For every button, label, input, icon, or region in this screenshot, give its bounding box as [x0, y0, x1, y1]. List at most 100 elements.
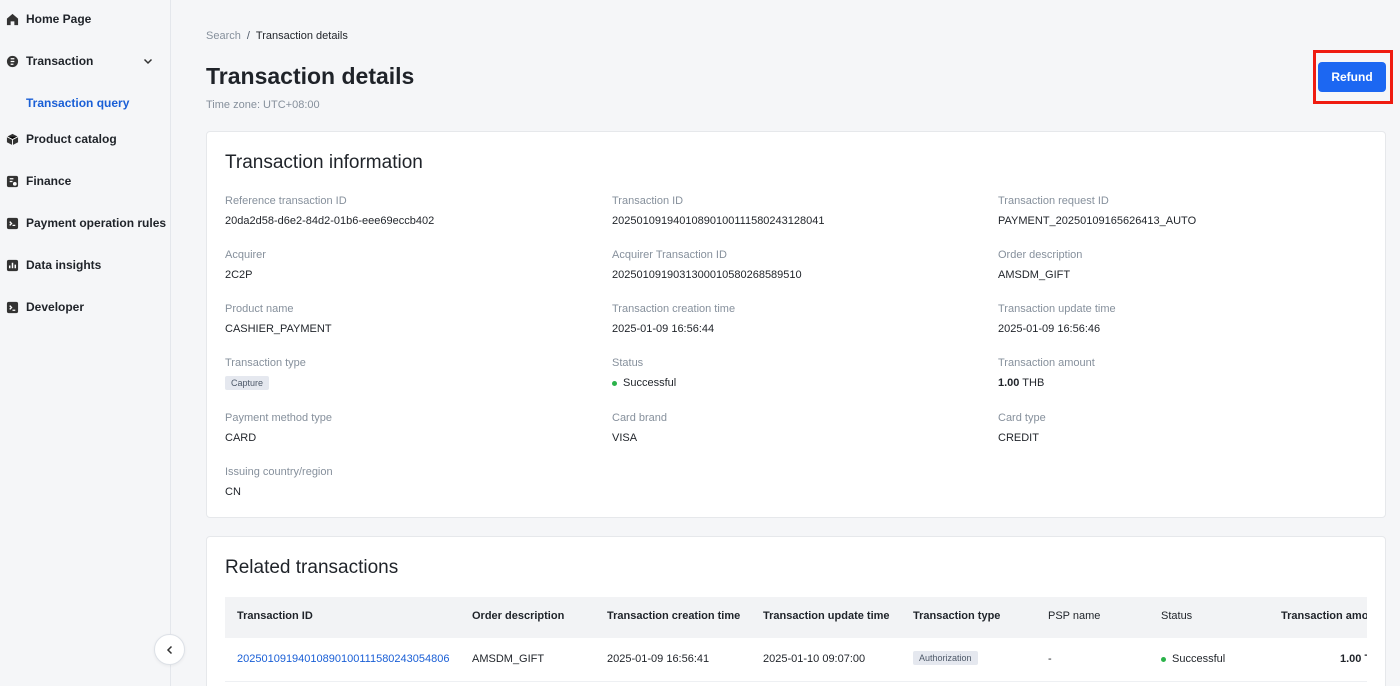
transaction-type-tag: Capture [225, 376, 270, 390]
related-transactions-table: Transaction ID Order description Transac… [225, 597, 1367, 686]
field-label: Acquirer Transaction ID [612, 249, 727, 261]
column-header: PSP name [1048, 610, 1101, 622]
field-label: Transaction request ID [998, 195, 1109, 207]
column-header: Transaction amo [1281, 610, 1367, 622]
field-value: 2025-01-09 16:56:46 [998, 323, 1101, 335]
field-label: Product name [225, 303, 294, 315]
card-title: Transaction information [225, 152, 423, 173]
table-row: 20250109194010890100111580243054806 AMSD… [225, 638, 1367, 682]
status-text: Successful [623, 377, 677, 389]
field-transaction-creation-time: Transaction creation time 2025-01-09 16:… [612, 302, 982, 336]
chart-icon [6, 259, 19, 272]
chevron-left-icon [166, 645, 172, 654]
transaction-information-card: Transaction information Reference transa… [206, 131, 1386, 518]
field-payment-method-type: Payment method type CARD [225, 411, 595, 445]
table-cell: AMSDM_GIFT [472, 653, 545, 665]
column-header: Status [1161, 610, 1193, 622]
related-transaction-id-link[interactable]: 20250109194010890100111580243054806 [237, 653, 450, 665]
field-acquirer-transaction-id: Acquirer Transaction ID 2025010919031300… [612, 248, 982, 282]
column-header: Transaction ID [237, 610, 313, 622]
field-reference-transaction-id: Reference transaction ID 20da2d58-d6e2-8… [225, 194, 595, 228]
table-cell: 2025-01-10 09:07:00 [763, 653, 866, 665]
table-cell: Successful [1161, 653, 1225, 665]
transaction-type-tag: Authorization [913, 651, 978, 665]
field-label: Status [612, 357, 644, 369]
transaction-icon [6, 55, 19, 68]
breadcrumb: Search / Transaction details [206, 30, 348, 42]
breadcrumb-link-search[interactable]: Search [206, 30, 241, 42]
status-dot-icon [1161, 656, 1166, 662]
field-transaction-amount: Transaction amount 1.00 THB [998, 356, 1368, 390]
field-value: CN [225, 486, 241, 498]
field-value: CREDIT [998, 432, 1039, 444]
amount-value: 1.00 THB [998, 376, 1368, 390]
sidebar-item-transaction[interactable]: Transaction [0, 46, 170, 76]
finance-icon [6, 175, 19, 188]
main-content: Search / Transaction details Transaction d… [172, 0, 1400, 686]
sidebar: Home Page Transaction Transaction query … [0, 0, 171, 686]
home-icon [6, 13, 19, 26]
table-cell: 2025-01-09 16:56:41 [607, 653, 710, 665]
breadcrumb-separator: / [246, 30, 250, 42]
field-label: Card type [998, 412, 1046, 424]
amount-currency: THB [1022, 377, 1045, 389]
field-card-brand: Card brand VISA [612, 411, 982, 445]
sidebar-item-label: Finance [26, 174, 72, 188]
field-label: Transaction type [225, 357, 306, 369]
sidebar-item-finance[interactable]: Finance [0, 166, 170, 196]
field-label: Card brand [612, 412, 668, 424]
sidebar-item-product-catalog[interactable]: Product catalog [0, 124, 170, 154]
field-label: Transaction ID [612, 195, 684, 207]
sidebar-item-label: Product catalog [26, 132, 117, 146]
related-transactions-card: Related transactions Transaction ID Orde… [206, 536, 1386, 686]
breadcrumb-current: Transaction details [255, 30, 348, 42]
sidebar-subitem-transaction-query[interactable]: Transaction query [0, 88, 170, 118]
table-cell: 1.00 T [1340, 653, 1367, 665]
field-acquirer: Acquirer 2C2P [225, 248, 595, 282]
field-label: Reference transaction ID [225, 195, 347, 207]
status-value: Successful [612, 376, 982, 390]
field-issuing-country: Issuing country/region CN [225, 465, 595, 499]
status-text: Successful [1172, 653, 1226, 665]
table-cell: Authorization [913, 651, 978, 665]
sidebar-item-home-page[interactable]: Home Page [0, 4, 170, 34]
sidebar-item-label: Transaction [26, 54, 94, 68]
sidebar-item-label: Home Page [26, 12, 92, 26]
field-label: Issuing country/region [225, 466, 333, 478]
terminal-icon [6, 301, 19, 314]
field-value: 20250109190313000105802685895​10 [612, 269, 802, 281]
sidebar-item-data-insights[interactable]: Data insights [0, 250, 170, 280]
column-header: Transaction creation time [607, 610, 741, 622]
field-transaction-request-id: Transaction request ID PAYMENT_202501091… [998, 194, 1368, 228]
table-header: Transaction ID Order description Transac… [225, 597, 1367, 638]
field-value: 20da2d58-d6e2-84d2-01b6-eee69eccb402 [225, 215, 435, 227]
column-header: Order description [472, 610, 565, 622]
sidebar-collapse-button[interactable] [154, 634, 185, 665]
field-label: Order description [998, 249, 1083, 261]
field-label: Transaction creation time [612, 303, 736, 315]
field-transaction-type: Transaction type Capture [225, 356, 595, 391]
field-product-name: Product name CASHIER_PAYMENT [225, 302, 595, 336]
sidebar-item-developer[interactable]: Developer [0, 292, 170, 322]
column-header: Transaction type [913, 610, 1001, 622]
chevron-down-icon[interactable] [142, 55, 154, 67]
column-header: Transaction update time [763, 610, 890, 622]
field-value: 2C2P [225, 269, 253, 281]
status-dot-icon [612, 380, 617, 386]
refund-button[interactable]: Refund [1318, 62, 1386, 92]
field-value: CARD [225, 432, 257, 444]
sidebar-item-label: Payment operation rules [26, 216, 167, 230]
field-label: Acquirer [225, 249, 266, 261]
box-icon [6, 133, 19, 146]
card-title: Related transactions [225, 557, 399, 578]
field-order-description: Order description AMSDM_GIFT [998, 248, 1368, 282]
page-title: Transaction details [206, 63, 415, 89]
field-value: VISA [612, 432, 638, 444]
amount-number: 1.00 [998, 377, 1020, 389]
sidebar-subitem-label: Transaction query [26, 96, 130, 110]
field-value: 20250109194010890100111580243128041 [612, 215, 825, 227]
sidebar-item-payment-operation-rules[interactable]: Payment operation rules [0, 208, 170, 238]
field-label: Transaction update time [998, 303, 1116, 315]
field-transaction-update-time: Transaction update time 2025-01-09 16:56… [998, 302, 1368, 336]
field-value: PAYMENT_20250109165626413_AUTO [998, 215, 1197, 227]
